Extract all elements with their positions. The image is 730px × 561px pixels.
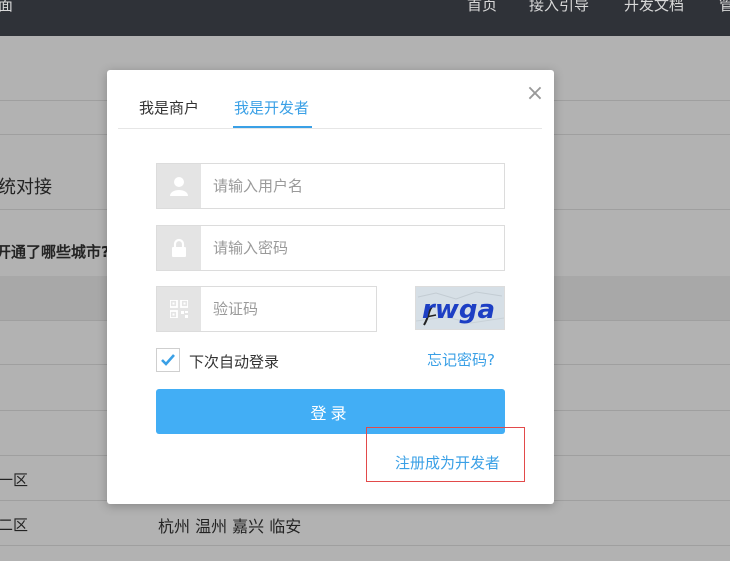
remember-label[interactable]: 下次自动登录 (189, 351, 279, 372)
top-navigation-bar: 面 首页 接入引导 开发文档 管 (0, 0, 730, 36)
nav-developer-docs[interactable]: 开发文档 (624, 0, 684, 15)
site-logo-fragment: 面 (0, 0, 14, 14)
nav-home[interactable]: 首页 (467, 0, 497, 15)
remember-checkbox[interactable] (156, 348, 180, 372)
nav-integration-guide[interactable]: 接入引导 (529, 0, 589, 15)
login-modal: × 我是商户 我是开发者 请输入用户名 验证码 rwga 下次自动登录 忘记密码… (107, 70, 554, 504)
captcha-field (156, 286, 377, 332)
password-field (156, 225, 505, 271)
captcha-text: rwga (422, 295, 495, 325)
user-icon (157, 164, 201, 208)
username-input[interactable] (213, 164, 494, 208)
tab-developer[interactable]: 我是开发者 (234, 97, 309, 118)
checkmark-icon (161, 354, 175, 366)
active-tab-indicator (233, 126, 312, 128)
username-field (156, 163, 505, 209)
captcha-image[interactable]: rwga (415, 286, 505, 330)
captcha-input[interactable] (213, 287, 366, 331)
forgot-password-link[interactable]: 忘记密码? (427, 349, 495, 370)
qr-code-icon (157, 287, 201, 331)
tab-merchant[interactable]: 我是商户 (139, 97, 199, 118)
login-tabs: 我是商户 我是开发者 (118, 70, 542, 129)
register-developer-link[interactable]: 注册成为开发者 (395, 452, 500, 473)
nav-manage[interactable]: 管 (719, 0, 730, 15)
lock-icon (157, 226, 201, 270)
password-input[interactable] (213, 226, 494, 270)
